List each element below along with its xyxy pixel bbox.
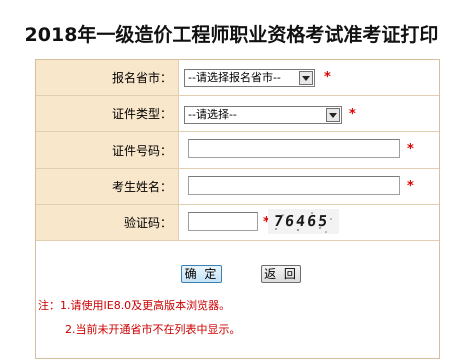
row-province: 报名省市： --请选择报名省市-- * [36,60,439,96]
id-type-select[interactable]: --请选择-- [184,106,342,124]
id-number-input[interactable] [188,139,400,158]
required-mark: * [324,70,331,85]
row-name: 考生姓名： * [36,169,439,205]
page-title: 2018年一级造价工程师职业资格考试准考证打印 [24,24,439,46]
required-mark: * [407,179,414,194]
name-label: 考生姓名： [36,169,179,204]
province-selected-value: --请选择报名省市-- [188,71,281,84]
notes-area: 注：1.请使用IE8.0及更高版本浏览器。 2.当前未开通省市不在列表中显示。 [36,291,439,358]
captcha-input[interactable] [188,212,258,231]
captcha-image[interactable]: 76465 [268,209,339,234]
id-type-label: 证件类型： [36,96,179,131]
chevron-down-icon[interactable] [326,108,340,122]
row-captcha: 验证码： * 76465 [36,205,439,241]
captcha-label: 验证码： [36,205,179,240]
required-mark: * [407,142,414,157]
note-line-2: 2.当前未开通省市不在列表中显示。 [65,323,241,336]
required-mark: * [349,107,356,122]
province-select[interactable]: --请选择报名省市-- [184,69,315,87]
id-number-label: 证件号码： [36,132,179,168]
back-button[interactable]: 返 回 [261,265,301,283]
chevron-down-icon[interactable] [299,71,313,85]
exam-ticket-form: 报名省市： --请选择报名省市-- * 证件类型： --请选择-- * 证件号码… [35,59,440,359]
province-label: 报名省市： [36,60,179,95]
row-id-number: 证件号码： * [36,132,439,169]
confirm-button[interactable]: 确 定 [181,265,222,283]
row-id-type: 证件类型： --请选择-- * [36,96,439,132]
button-area: 确 定 返 回 [36,241,439,291]
name-input[interactable] [188,176,400,195]
captcha-code: 76465 [273,212,331,230]
note-line-1: 注：1.请使用IE8.0及更高版本浏览器。 [38,299,231,312]
id-type-selected-value: --请选择-- [188,108,237,121]
